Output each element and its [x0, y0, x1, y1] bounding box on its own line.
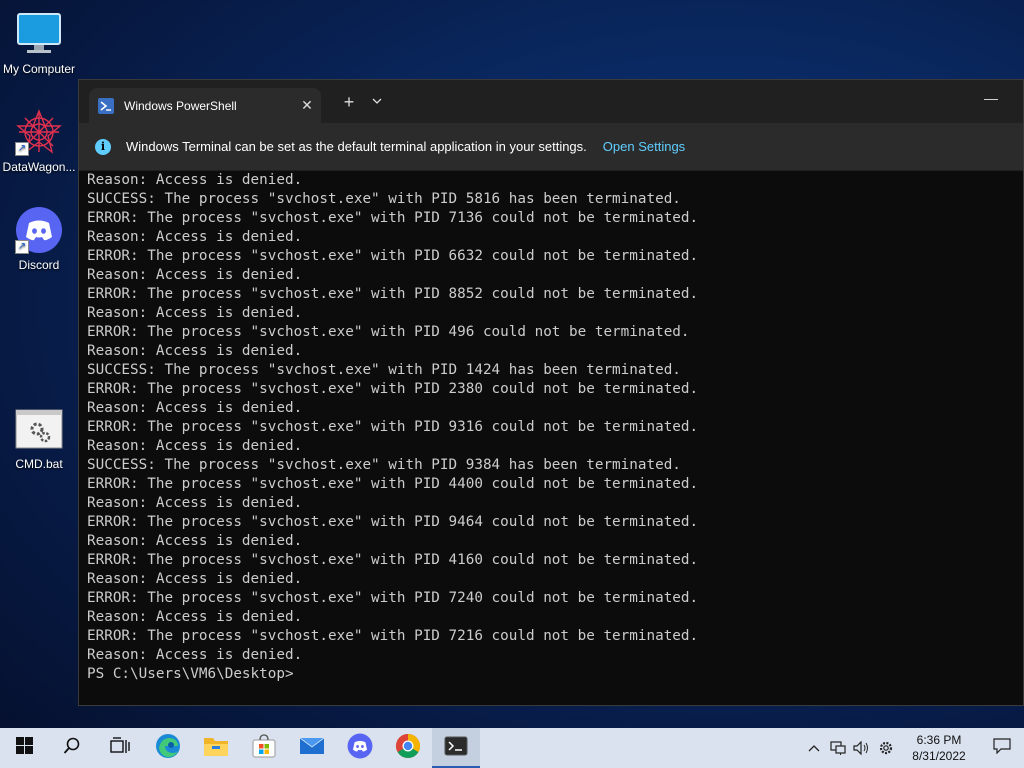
console-line: Reason: Access is denied. [87, 305, 303, 321]
terminal-icon [444, 736, 468, 761]
desktop-icon-label: Discord [18, 258, 60, 272]
discord-icon [347, 733, 373, 764]
desktop-icon-label: CMD.bat [15, 457, 63, 471]
console-line: Reason: Access is denied. [87, 267, 303, 283]
console-line: ERROR: The process "svchost.exe" with PI… [87, 248, 699, 264]
console-line: ERROR: The process "svchost.exe" with PI… [87, 628, 699, 644]
mail-icon [299, 736, 325, 761]
console-line: ERROR: The process "svchost.exe" with PI… [87, 381, 699, 397]
taskbar-edge[interactable] [144, 728, 192, 768]
console-line: Reason: Access is denied. [87, 438, 303, 454]
console-line: Reason: Access is denied. [87, 495, 303, 511]
info-bar-message: Windows Terminal can be set as the defau… [126, 139, 587, 154]
console-line: SUCCESS: The process "svchost.exe" with … [87, 191, 681, 207]
edge-icon [155, 733, 181, 764]
console-line: SUCCESS: The process "svchost.exe" with … [87, 457, 681, 473]
console-line: Reason: Access is denied. [87, 172, 303, 188]
console-line: ERROR: The process "svchost.exe" with PI… [87, 590, 699, 606]
volume-icon[interactable] [850, 728, 874, 768]
console-line: Reason: Access is denied. [87, 343, 303, 359]
desktop-icon-discord[interactable]: ↗ Discord [0, 206, 78, 272]
search-icon [63, 737, 81, 760]
shortcut-arrow-icon: ↗ [15, 240, 29, 254]
console-line: ERROR: The process "svchost.exe" with PI… [87, 552, 699, 568]
info-bar: i Windows Terminal can be set as the def… [79, 123, 1023, 171]
desktop-icon-my-computer[interactable]: My Computer [0, 10, 78, 76]
desktop-icon-datawagon[interactable]: ↗ DataWagon... [0, 108, 78, 174]
console-line: ERROR: The process "svchost.exe" with PI… [87, 324, 690, 340]
chevron-down-icon[interactable] [369, 94, 385, 108]
console-line: ERROR: The process "svchost.exe" with PI… [87, 210, 699, 226]
new-tab-button[interactable]: + [338, 92, 360, 113]
console-output[interactable]: Reason: Access is denied. SUCCESS: The pr… [79, 171, 1023, 684]
console-line: ERROR: The process "svchost.exe" with PI… [87, 476, 699, 492]
console-line: Reason: Access is denied. [87, 533, 303, 549]
task-view-icon [110, 736, 130, 760]
datawagon-icon: ↗ [15, 108, 63, 156]
system-tray: 6:36 PM 8/31/2022 [802, 728, 1024, 768]
taskbar-terminal[interactable] [432, 728, 480, 768]
taskbar-mail[interactable] [288, 728, 336, 768]
console-line: Reason: Access is denied. [87, 609, 303, 625]
open-settings-link[interactable]: Open Settings [603, 139, 685, 154]
close-tab-icon[interactable]: ✕ [293, 97, 321, 114]
chevron-up-icon[interactable] [802, 728, 826, 768]
file-explorer-icon [203, 735, 229, 762]
taskbar-store[interactable] [240, 728, 288, 768]
terminal-window[interactable]: Windows PowerShell ✕ + — i Windows Termi… [78, 79, 1024, 706]
taskbar-file-explorer[interactable] [192, 728, 240, 768]
taskbar-discord[interactable] [336, 728, 384, 768]
clock[interactable]: 6:36 PM 8/31/2022 [898, 732, 980, 764]
notification-center-button[interactable] [980, 728, 1024, 768]
settings-gear-icon[interactable] [874, 728, 898, 768]
tab-windows-powershell[interactable]: Windows PowerShell ✕ [89, 88, 321, 123]
prompt-line: PS C:\Users\VM6\Desktop> [87, 666, 294, 682]
network-icon[interactable] [826, 728, 850, 768]
title-bar[interactable]: Windows PowerShell ✕ + — [79, 80, 1023, 123]
desktop-icon-label: My Computer [2, 62, 76, 76]
console-line: ERROR: The process "svchost.exe" with PI… [87, 419, 699, 435]
clock-date: 8/31/2022 [912, 749, 966, 763]
tab-title: Windows PowerShell [124, 98, 237, 113]
console-line: Reason: Access is denied. [87, 229, 303, 245]
shortcut-arrow-icon: ↗ [15, 142, 29, 156]
powershell-icon [98, 97, 114, 114]
notification-icon [993, 737, 1011, 759]
minimize-button[interactable]: — [979, 90, 1003, 106]
discord-icon: ↗ [15, 206, 63, 254]
batch-file-icon [15, 405, 63, 453]
desktop-icon-cmd-bat[interactable]: CMD.bat [0, 405, 78, 471]
search-button[interactable] [48, 728, 96, 768]
store-icon [252, 733, 276, 763]
monitor-icon [15, 10, 63, 58]
console-line: ERROR: The process "svchost.exe" with PI… [87, 514, 699, 530]
console-line: SUCCESS: The process "svchost.exe" with … [87, 362, 681, 378]
clock-time: 6:36 PM [916, 733, 962, 747]
console-line: ERROR: The process "svchost.exe" with PI… [87, 286, 699, 302]
desktop-icon-label: DataWagon... [2, 160, 76, 174]
chrome-icon [395, 733, 421, 764]
start-icon [15, 737, 33, 759]
start-button[interactable] [0, 728, 48, 768]
task-view-button[interactable] [96, 728, 144, 768]
console-line: Reason: Access is denied. [87, 571, 303, 587]
console-line: Reason: Access is denied. [87, 647, 303, 663]
console-line: Reason: Access is denied. [87, 400, 303, 416]
taskbar: 6:36 PM 8/31/2022 [0, 728, 1024, 768]
info-icon: i [95, 138, 111, 155]
taskbar-chrome[interactable] [384, 728, 432, 768]
